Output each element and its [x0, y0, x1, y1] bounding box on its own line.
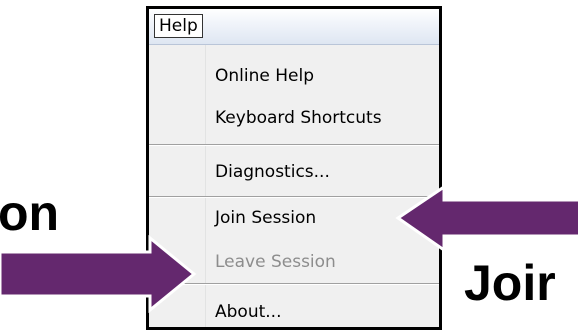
menu-item-keyboard-shortcuts[interactable]: Keyboard Shortcuts: [215, 107, 382, 129]
arrow-left-shape: [395, 184, 578, 253]
menu-item-about[interactable]: About...: [215, 301, 281, 323]
menu-item-leave-session: Leave Session: [215, 252, 336, 272]
caption-left-text: on: [0, 185, 60, 241]
caption-right-text: Joir: [464, 255, 556, 311]
menu-item-diagnostics[interactable]: Diagnostics...: [215, 161, 330, 183]
arrow-right-shape: [0, 234, 197, 314]
arrow-right-icon: [0, 234, 197, 314]
menu-separator: [149, 144, 439, 146]
menu-item-online-help[interactable]: Online Help: [215, 65, 314, 87]
menubar: Help: [149, 9, 439, 45]
menubar-help[interactable]: Help: [154, 14, 203, 38]
menu-item-join-session[interactable]: Join Session: [215, 207, 316, 229]
arrow-left-icon: [395, 184, 578, 253]
